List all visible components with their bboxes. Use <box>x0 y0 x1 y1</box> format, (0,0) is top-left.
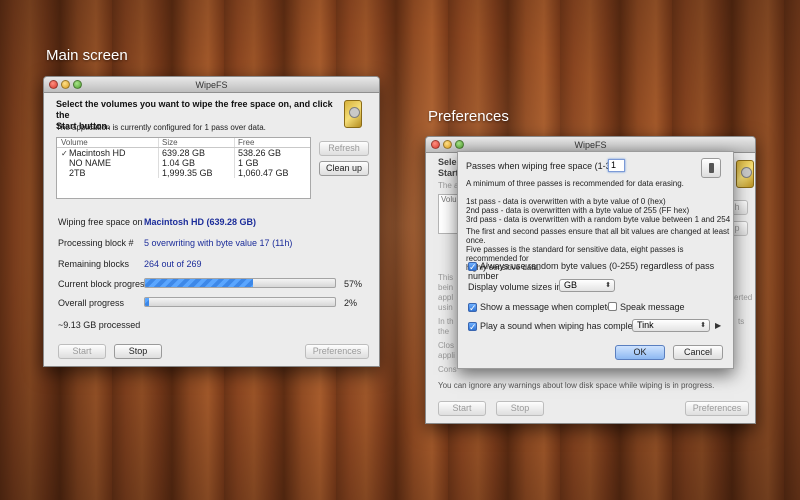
table-row[interactable]: NO NAME 1.04 GB 1 GB <box>57 158 310 168</box>
window-title: WipeFS <box>195 80 228 90</box>
current-block-progress-fill <box>145 279 254 287</box>
passes-label: Passes when wiping free space (1-35) <box>466 161 619 171</box>
show-message-checkbox[interactable]: ✓ <box>468 303 477 313</box>
overall-progress-bar <box>144 297 336 307</box>
switch-icon <box>701 158 721 178</box>
column-size[interactable]: Size <box>159 138 235 147</box>
sizes-label: Display volume sizes in: <box>468 282 565 292</box>
stop-button[interactable]: Stop <box>114 344 162 359</box>
table-row[interactable]: 2TB 1,999.35 GB 1,060.47 GB <box>57 168 310 178</box>
bg-text-fragment: the <box>438 327 450 336</box>
stop-button[interactable]: Stop <box>496 401 544 416</box>
bg-text-fragment: The a <box>438 181 459 190</box>
bg-text-fragment: Start <box>438 168 459 178</box>
ok-button[interactable]: OK <box>615 345 665 360</box>
min-passes-note: A minimum of three passes is recommended… <box>466 179 684 188</box>
clean-up-button[interactable]: Clean up <box>319 161 369 176</box>
show-message-option[interactable]: ✓ Show a message when completed <box>468 302 617 313</box>
minimize-window-button[interactable] <box>443 140 452 149</box>
speak-message-checkbox[interactable] <box>608 302 617 311</box>
passes-description: 1st pass - data is overwritten with a by… <box>466 197 731 224</box>
play-sound-checkbox[interactable]: ✓ <box>468 322 477 332</box>
bg-text-fragment: appli <box>438 351 455 360</box>
processing-label: Processing block # <box>58 238 134 248</box>
hard-disk-icon <box>344 100 362 128</box>
checkmark-icon[interactable]: ✓ <box>61 149 69 158</box>
volume-table[interactable]: Volume Size Free ✓Macintosh HD 639.28 GB… <box>56 137 311 199</box>
chevron-updown-icon: ⬍ <box>605 282 611 289</box>
zoom-window-button[interactable] <box>455 140 464 149</box>
processing-value: 5 overwriting with byte value 17 (11h) <box>144 238 293 248</box>
chevron-updown-icon: ⬍ <box>700 322 706 329</box>
window-title: WipeFS <box>574 140 607 150</box>
bg-text-fragment: Cons <box>438 365 457 374</box>
remaining-value: 264 out of 269 <box>144 259 202 269</box>
bg-text-fragment: Sele <box>438 157 457 167</box>
passes-input[interactable]: 1 <box>608 159 625 172</box>
start-button[interactable]: Start <box>438 401 486 416</box>
wiping-label: Wiping free space on <box>58 217 143 227</box>
refresh-button[interactable]: Refresh <box>319 141 369 156</box>
bg-text-fragment: This <box>438 273 454 282</box>
preferences-button[interactable]: Preferences <box>685 401 749 416</box>
main-window: WipeFS Select the volumes you want to wi… <box>43 76 380 367</box>
sound-popup[interactable]: Tink ⬍ <box>632 319 710 332</box>
bg-text-fragment: ts <box>738 317 745 326</box>
close-window-button[interactable] <box>49 80 58 89</box>
bg-text-fragment: appl <box>438 293 454 302</box>
minimize-window-button[interactable] <box>61 80 70 89</box>
overall-progress-fill <box>145 298 149 306</box>
preferences-button[interactable]: Preferences <box>305 344 369 359</box>
bg-text-fragment: usin <box>438 303 453 312</box>
sizes-popup[interactable]: GB ⬍ <box>559 279 615 292</box>
column-free[interactable]: Free <box>235 138 307 147</box>
hard-disk-icon <box>736 160 754 188</box>
speak-message-option[interactable]: Speak message <box>608 302 685 312</box>
bg-text-fragment: erted <box>734 293 753 302</box>
start-button[interactable]: Start <box>58 344 106 359</box>
column-volume[interactable]: Volume <box>57 138 159 147</box>
random-values-checkbox[interactable]: ✓ <box>468 262 477 272</box>
main-screen-caption: Main screen <box>46 47 128 64</box>
table-row[interactable]: ✓Macintosh HD 639.28 GB 538.26 GB <box>57 148 310 158</box>
bg-text-fragment: bein <box>438 283 454 292</box>
preferences-sheet: Passes when wiping free space (1-35) 1 A… <box>457 151 734 369</box>
overall-progress-label: Overall progress <box>58 298 125 308</box>
bg-text-fragment: In th <box>438 317 454 326</box>
zoom-window-button[interactable] <box>73 80 82 89</box>
bg-text-fragment: Clos <box>438 341 455 350</box>
current-progress-percent: 57% <box>344 279 363 289</box>
processed-amount: ~9.13 GB processed <box>58 320 141 330</box>
random-values-option[interactable]: ✓ Always use random byte values (0-255) r… <box>468 261 733 281</box>
config-note: The application is currently configured … <box>56 123 266 132</box>
main-titlebar: WipeFS <box>44 77 379 93</box>
wiping-value: Macintosh HD (639.28 GB) <box>144 217 257 227</box>
play-sound-option[interactable]: ✓ Play a sound when wiping has completed <box>468 321 645 332</box>
low-disk-warning-note: You can ignore any warnings about low di… <box>438 381 715 390</box>
remaining-label: Remaining blocks <box>58 259 130 269</box>
cancel-button[interactable]: Cancel <box>673 345 723 360</box>
preferences-caption: Preferences <box>428 108 509 125</box>
table-header: Volume Size Free <box>57 138 310 148</box>
close-window-button[interactable] <box>431 140 440 149</box>
play-icon[interactable]: ▶ <box>715 321 721 330</box>
current-block-progress-bar <box>144 278 336 288</box>
current-progress-label: Current block progress <box>58 279 150 289</box>
overall-progress-percent: 2% <box>344 298 358 308</box>
